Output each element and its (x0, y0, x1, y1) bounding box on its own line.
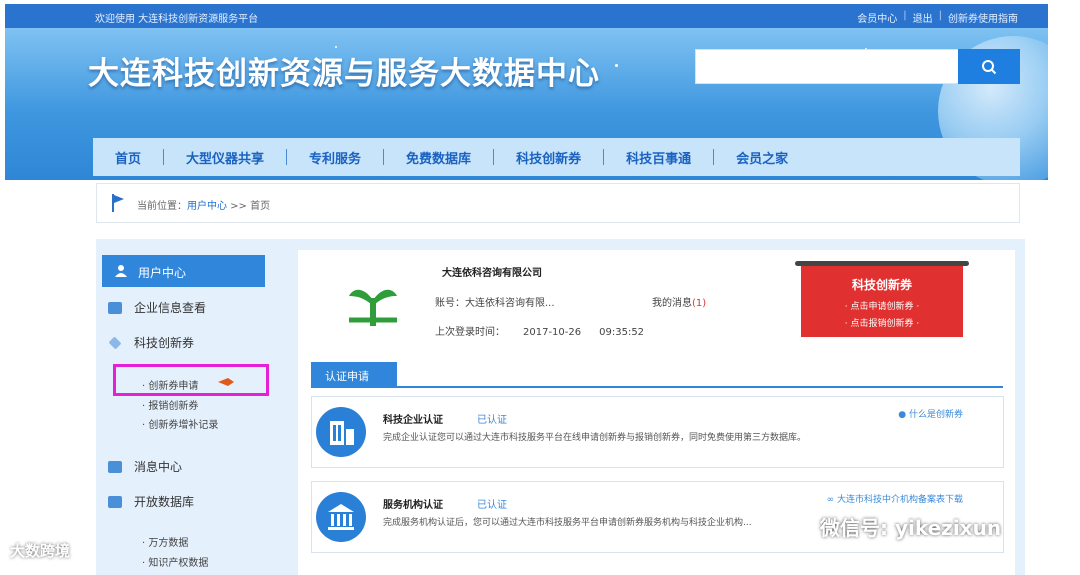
message-icon (108, 461, 122, 473)
card-title: 服务机构认证 (383, 500, 443, 511)
tab-underline (311, 386, 1003, 388)
last-login: 上次登录时间： 2017-10-26 09:35:52 (435, 323, 644, 338)
last-login-date: 2017-10-26 (523, 327, 582, 338)
what-is-voucher-link[interactable]: ● 什么是创新券 (898, 407, 963, 420)
sidebar-subitem-ip-data[interactable]: · 知识产权数据 (142, 554, 208, 569)
account-text: 账号：大连依科咨询有限... (435, 298, 555, 309)
search-icon (982, 59, 997, 74)
document-icon (108, 302, 122, 314)
promo-reimburse-link[interactable]: · 点击报销创新券 · (801, 316, 963, 329)
breadcrumb-prefix: 当前位置： (137, 201, 187, 212)
building-icon (316, 407, 366, 457)
card-right-link-label: 什么是创新券 (908, 410, 963, 420)
promo-title: 科技创新券 (851, 278, 912, 292)
nav-item-instrument-sharing[interactable]: 大型仪器共享 (164, 148, 286, 167)
sidebar-head-user-center[interactable]: 用户中心 (102, 255, 265, 287)
sidebar-item-label: 科技创新券 (134, 336, 195, 350)
last-login-label: 上次登录时间： (435, 327, 505, 338)
star (615, 64, 618, 67)
link-icon: ∞ (826, 495, 835, 505)
nav-item-home[interactable]: 首页 (93, 148, 163, 167)
institution-icon (316, 492, 366, 542)
question-icon: ● (898, 410, 907, 420)
sidebar-item-label: 开放数据库 (134, 495, 195, 509)
divider: | (903, 10, 907, 21)
tab-certification[interactable]: 认证申请 (311, 362, 397, 386)
wechat-icon (782, 515, 814, 539)
watermark-right: 微信号: yikezixun (782, 512, 1001, 541)
nav-item-tech-helpdesk[interactable]: 科技百事通 (604, 148, 713, 167)
nav-item-member-home[interactable]: 会员之家 (714, 148, 810, 167)
breadcrumb-current: >> 首页 (227, 201, 271, 212)
sidebar-item-company-info[interactable]: 企业信息查看 (108, 299, 206, 316)
scroll-rod (795, 261, 969, 266)
sidebar-item-label: 消息中心 (134, 460, 183, 474)
breadcrumb-user-center-link[interactable]: 用户中心 (187, 201, 227, 212)
messages-label: 我的消息 (652, 298, 692, 309)
nav-item-free-database[interactable]: 免费数据库 (384, 148, 493, 167)
flag-icon (112, 194, 124, 212)
nav-item-patent-service[interactable]: 专利服务 (287, 148, 383, 167)
watermark-left: 大数跨境 (10, 542, 71, 560)
sidebar-item-innovation-voucher[interactable]: 科技创新券 (108, 334, 194, 351)
sidebar-subitem-voucher-records[interactable]: · 创新券增补记录 (142, 416, 218, 431)
diamond-icon (108, 336, 122, 350)
sidebar-subitem-reimburse-voucher[interactable]: · 报销创新券 (142, 397, 198, 412)
search-button[interactable] (958, 49, 1020, 84)
promo-apply-link[interactable]: · 点击申请创新券 · (801, 299, 963, 312)
my-messages-link[interactable]: 我的消息(1) (652, 294, 706, 309)
database-icon (108, 496, 122, 508)
welcome-text: 欢迎使用 大连科技创新资源服务平台 (95, 14, 259, 25)
card-description: 完成企业认证您可以通过大连市科技服务平台在线申请创新券与报销创新券，同时免费使用… (383, 433, 807, 443)
breadcrumb: 当前位置：用户中心 >> 首页 (96, 183, 1020, 223)
nav-item-innovation-voucher[interactable]: 科技创新券 (494, 148, 603, 167)
voucher-guide-link[interactable]: 创新券使用指南 (948, 10, 1018, 25)
highlight-box (113, 364, 269, 396)
company-logo (349, 289, 397, 326)
divider: | (938, 10, 942, 21)
card-status: 已认证 (477, 500, 507, 511)
sidebar-item-open-database[interactable]: 开放数据库 (108, 493, 194, 510)
innovation-voucher-promo: 科技创新券 · 点击申请创新券 · · 点击报销创新券 · (795, 261, 969, 337)
sidebar-head-label: 用户中心 (138, 266, 187, 280)
messages-count: (1) (692, 298, 707, 309)
site-title: 大连科技创新资源与服务大数据中心 (88, 56, 600, 92)
sidebar-item-message-center[interactable]: 消息中心 (108, 458, 182, 475)
card-right-link-label: 大连市科技中介机构备案表下载 (836, 495, 963, 505)
breadcrumb-text: 当前位置：用户中心 >> 首页 (137, 197, 270, 212)
last-login-time: 09:35:52 (599, 327, 645, 338)
sidebar-subitem-wanfang[interactable]: · 万方数据 (142, 534, 188, 549)
user-icon (115, 265, 127, 277)
company-name: 大连依科咨询有限公司 (442, 268, 542, 279)
logout-link[interactable]: 退出 (913, 10, 933, 25)
sidebar: 用户中心 企业信息查看 科技创新券 · 创新券申请 · 报销创新券 · 创新券增… (96, 239, 288, 575)
top-links: 会员中心 | 退出 | 创新券使用指南 (857, 10, 1018, 25)
certification-card-tech-enterprise: 科技企业认证 已认证 完成企业认证您可以通过大连市科技服务平台在线申请创新券与报… (311, 396, 1004, 468)
sidebar-item-label: 企业信息查看 (134, 301, 207, 315)
card-status: 已认证 (477, 415, 507, 426)
card-title: 科技企业认证 (383, 415, 443, 426)
top-bar: 欢迎使用 大连科技创新资源服务平台 会员中心 | 退出 | 创新券使用指南 (5, 4, 1048, 28)
main-nav: 首页 大型仪器共享 专利服务 免费数据库 科技创新券 科技百事通 会员之家 (93, 138, 1020, 176)
filing-form-download-link[interactable]: ∞ 大连市科技中介机构备案表下载 (827, 492, 963, 505)
watermark-right-text: 微信号: yikezixun (820, 516, 1002, 540)
tab-label: 认证申请 (325, 370, 369, 383)
search-input[interactable] (695, 49, 959, 84)
member-center-link[interactable]: 会员中心 (857, 10, 897, 25)
